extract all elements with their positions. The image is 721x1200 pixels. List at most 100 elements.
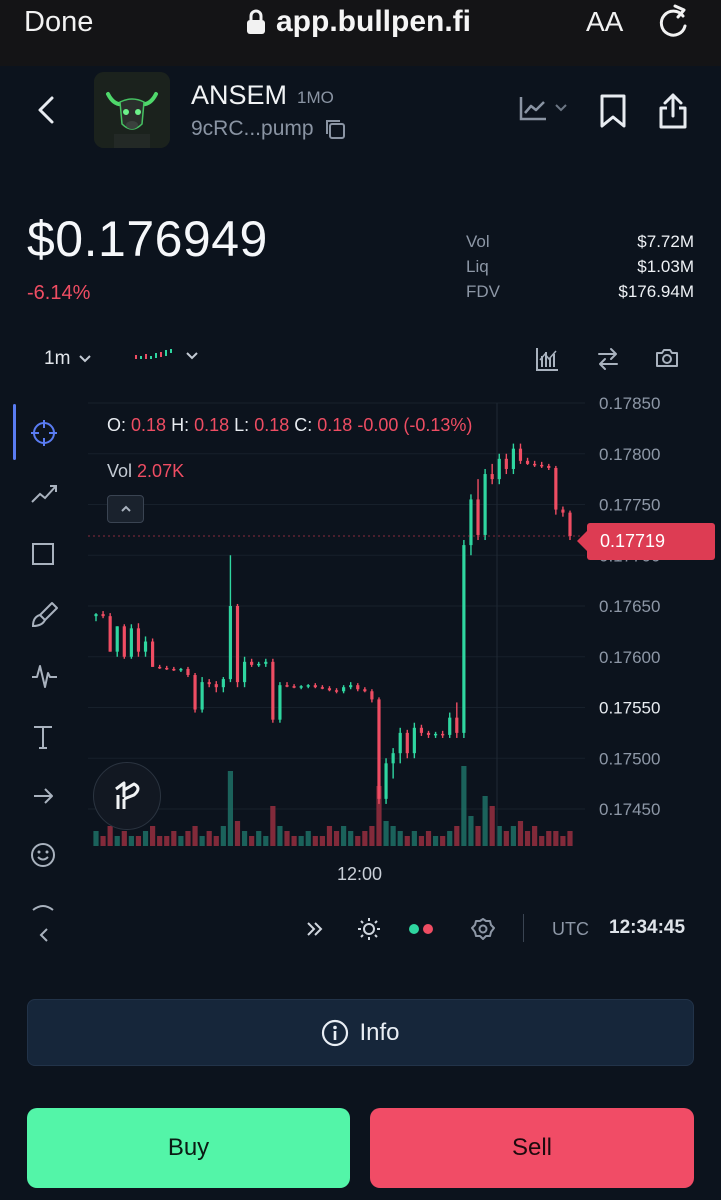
price-chart[interactable]: 0.178500.178000.177500.177000.176500.176… bbox=[0, 0, 721, 900]
volume-value: 2.07K bbox=[137, 461, 185, 481]
candle-body bbox=[285, 685, 289, 687]
volume-bar bbox=[404, 836, 410, 846]
volume-bar bbox=[206, 831, 212, 846]
candle-body bbox=[94, 614, 98, 617]
candle-body bbox=[186, 668, 190, 676]
volume-bar bbox=[171, 831, 177, 846]
volume-bar bbox=[503, 831, 509, 846]
volume-bar bbox=[107, 826, 113, 846]
volume-bar bbox=[227, 771, 234, 846]
volume-bar bbox=[298, 836, 304, 846]
candle-body bbox=[228, 606, 233, 680]
candle-body bbox=[476, 499, 480, 535]
color-scheme-icon[interactable] bbox=[408, 922, 436, 936]
candle-body bbox=[490, 474, 494, 480]
candle-body bbox=[370, 691, 374, 700]
candle-body bbox=[172, 668, 176, 671]
volume-bar bbox=[348, 831, 354, 846]
candle-body bbox=[264, 661, 268, 664]
info-button-label: Info bbox=[359, 1018, 400, 1046]
candle-body bbox=[554, 467, 558, 510]
volume-bar bbox=[199, 836, 205, 846]
volume-bar bbox=[121, 831, 127, 846]
volume-bar bbox=[475, 826, 481, 846]
volume-bar bbox=[178, 836, 184, 846]
volume-bar bbox=[114, 836, 120, 846]
candle-body bbox=[250, 661, 254, 665]
volume-bar bbox=[369, 826, 375, 846]
close-label: C: bbox=[294, 415, 313, 435]
volume-bar bbox=[383, 821, 389, 846]
candle-body bbox=[214, 684, 218, 688]
candle-body bbox=[242, 661, 247, 683]
volume-bar bbox=[326, 826, 333, 846]
volume-label: Vol bbox=[107, 461, 133, 481]
candle-body bbox=[271, 661, 275, 720]
candle-body bbox=[356, 685, 360, 690]
clock-label: 12:34:45 bbox=[609, 917, 686, 938]
candle-body bbox=[377, 699, 381, 799]
candle-body bbox=[179, 668, 183, 671]
candle-body bbox=[115, 626, 119, 652]
volume-bar bbox=[263, 836, 269, 846]
candle-body bbox=[151, 641, 155, 667]
theme-icon[interactable] bbox=[357, 916, 381, 942]
candle-body bbox=[257, 663, 261, 666]
candle-body bbox=[462, 545, 466, 733]
info-button[interactable]: Info bbox=[27, 999, 694, 1066]
candle-body bbox=[327, 688, 332, 691]
y-tick-label: 0.17500 bbox=[599, 749, 660, 768]
volume-bar bbox=[312, 836, 318, 846]
bullpen-logo-icon bbox=[93, 762, 161, 830]
volume-bar bbox=[284, 831, 290, 846]
buy-button[interactable]: Buy bbox=[27, 1108, 350, 1188]
volume-bar bbox=[418, 836, 425, 846]
candle-body bbox=[448, 717, 452, 735]
high-value: 0.18 bbox=[194, 415, 230, 435]
volume-bar bbox=[213, 836, 219, 846]
volume-bar bbox=[93, 831, 99, 846]
volume-bar bbox=[482, 796, 488, 846]
toolbar-divider bbox=[523, 914, 524, 942]
volume-bar bbox=[241, 831, 248, 846]
time-axis-label: 12:00 bbox=[337, 864, 383, 884]
candle-body bbox=[334, 690, 339, 692]
buy-button-label: Buy bbox=[167, 1134, 210, 1161]
candle-body bbox=[398, 732, 402, 754]
timezone-label[interactable]: UTC bbox=[552, 919, 589, 940]
volume-bar bbox=[128, 836, 134, 846]
scroll-to-realtime-icon[interactable] bbox=[305, 916, 325, 942]
volume-bar bbox=[425, 831, 432, 846]
sell-button[interactable]: Sell bbox=[370, 1108, 694, 1188]
volume-bar bbox=[185, 831, 191, 846]
volume-bar bbox=[489, 806, 495, 846]
more-tools-icon[interactable] bbox=[30, 900, 60, 914]
candle-body bbox=[207, 682, 211, 685]
volume-bar bbox=[560, 836, 566, 846]
candle-body bbox=[547, 465, 551, 468]
candle-body bbox=[158, 666, 162, 669]
volume-bar bbox=[249, 836, 255, 846]
volume-bar bbox=[234, 821, 241, 846]
candle-body bbox=[384, 763, 388, 799]
volume-bar bbox=[454, 826, 460, 846]
volume-bar bbox=[277, 826, 283, 846]
candle-body bbox=[455, 717, 459, 733]
volume-bar bbox=[397, 831, 403, 846]
candle-body bbox=[313, 685, 317, 688]
settings-icon[interactable] bbox=[471, 916, 495, 942]
collapse-legend-button[interactable] bbox=[107, 495, 144, 523]
volume-bar bbox=[524, 831, 531, 846]
volume-bar bbox=[142, 831, 149, 846]
ohlc-legend: O: 0.18 H: 0.18 L: 0.18 C: 0.18 -0.00 (-… bbox=[107, 415, 472, 436]
high-label: H: bbox=[171, 415, 190, 435]
y-tick-label: 0.17550 bbox=[599, 699, 660, 718]
collapse-toolbar-icon[interactable] bbox=[36, 926, 52, 944]
low-value: 0.18 bbox=[254, 415, 290, 435]
y-tick-label: 0.17750 bbox=[599, 496, 660, 515]
current-price-label: 0.17719 bbox=[577, 523, 715, 560]
candle-body bbox=[518, 448, 523, 461]
volume-bar bbox=[305, 831, 311, 846]
volume-bar bbox=[270, 806, 276, 846]
volume-bar bbox=[517, 821, 524, 846]
